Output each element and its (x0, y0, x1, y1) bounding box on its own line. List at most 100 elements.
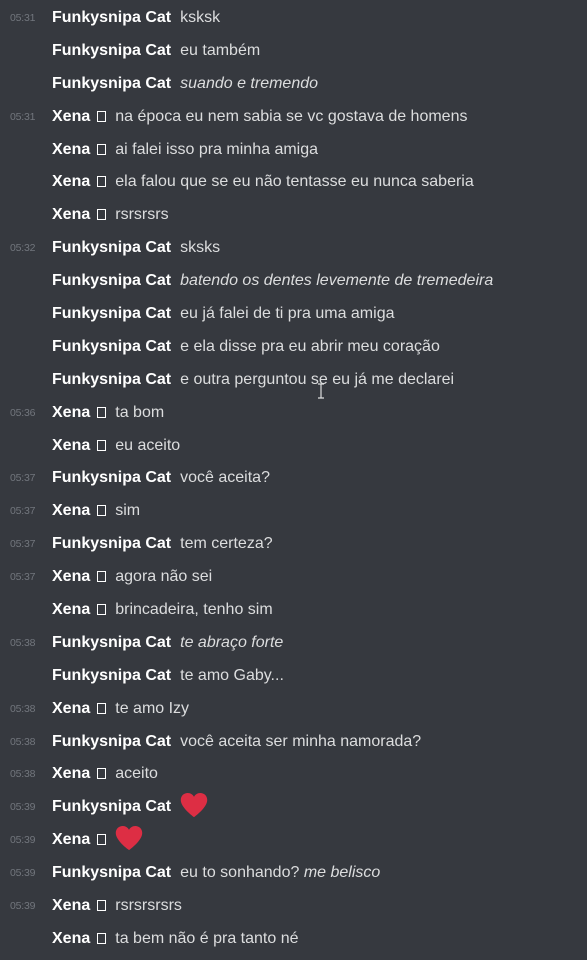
chat-message[interactable]: 05:31 Funkysnipa Cat ksksk (0, 2, 587, 35)
chat-message[interactable]: 05:37 Xena agora não sei (0, 561, 587, 594)
message-line: Funkysnipa Cat eu to sonhando? me belisco (52, 857, 380, 890)
message-author[interactable]: Funkysnipa Cat (52, 535, 171, 552)
message-author[interactable]: Xena (52, 437, 107, 454)
message-line: Funkysnipa Cat batendo os dentes levement… (52, 265, 493, 298)
author-name: Xena (52, 765, 91, 783)
chat-message[interactable]: Xena rsrsrsrs (0, 199, 587, 232)
message-author[interactable]: Funkysnipa Cat (52, 667, 171, 684)
chat-message[interactable]: 05:37 Funkysnipa Cat você aceita? (0, 462, 587, 495)
message-author[interactable]: Funkysnipa Cat (52, 864, 171, 881)
missing-glyph-icon (97, 768, 107, 780)
message-author[interactable]: Xena (52, 404, 107, 421)
chat-message[interactable]: 05:37 Funkysnipa Cat tem certeza? (0, 528, 587, 561)
message-author[interactable]: Xena (52, 568, 107, 585)
message-author[interactable]: Funkysnipa Cat (52, 272, 171, 289)
author-name: Xena (52, 173, 91, 191)
message-author[interactable]: Xena (52, 897, 107, 914)
message-text-plain: te amo Izy (115, 699, 190, 717)
message-author[interactable]: Funkysnipa Cat (52, 469, 171, 486)
message-author[interactable]: Xena (52, 108, 107, 125)
chat-message[interactable]: 05:38 Xena te amo Izy (0, 693, 587, 726)
message-text: você aceita? (180, 469, 270, 486)
chat-message[interactable]: 05:38 Funkysnipa Cat você aceita ser minha… (0, 726, 587, 759)
author-name: Funkysnipa Cat (52, 41, 172, 59)
message-text: e outra perguntou se eu já me declarei (180, 371, 454, 388)
message-text: suando e tremendo (180, 75, 318, 92)
chat-message[interactable]: Xena ela falou que se eu não tentasse eu … (0, 166, 587, 199)
chat-message[interactable]: Xena eu aceito (0, 430, 587, 463)
message-author[interactable]: Xena (52, 141, 107, 158)
author-name: Xena (52, 502, 91, 520)
chat-message[interactable]: 05:39 Xena (0, 824, 587, 857)
message-text-plain: aceito (115, 765, 158, 783)
chat-message[interactable]: 05:38 Xena aceito (0, 758, 587, 791)
message-text: ta bem não é pra tanto né (115, 930, 298, 947)
chat-message[interactable]: Funkysnipa Cat batendo os dentes levement… (0, 265, 587, 298)
chat-message[interactable]: Funkysnipa Cat e outra perguntou se eu já… (0, 364, 587, 397)
message-author[interactable]: Xena (52, 601, 107, 618)
message-author[interactable]: Funkysnipa Cat (52, 798, 171, 815)
author-name: Xena (52, 206, 91, 224)
message-line: Xena te amo Izy (52, 693, 189, 726)
chat-message[interactable]: 05:37 Xena sim (0, 495, 587, 528)
chat-message[interactable]: 05:39 Funkysnipa Cat (0, 791, 587, 824)
message-line: Funkysnipa Cat ksksk (52, 2, 220, 35)
chat-message[interactable]: Funkysnipa Cat suando e tremendo (0, 68, 587, 101)
message-author[interactable]: Xena (52, 930, 107, 947)
chat-message[interactable]: Xena brincadeira, tenho sim (0, 594, 587, 627)
chat-message[interactable]: Funkysnipa Cat e ela disse pra eu abrir m… (0, 331, 587, 364)
message-text-plain: eu já falei de ti pra uma amiga (180, 305, 395, 323)
author-name: Xena (52, 699, 91, 717)
message-author[interactable]: Xena (52, 173, 107, 191)
missing-glyph-icon (97, 900, 107, 912)
author-name: Funkysnipa Cat (52, 239, 172, 257)
message-author[interactable]: Xena (52, 699, 107, 717)
author-name: Funkysnipa Cat (52, 535, 172, 553)
message-author[interactable]: Funkysnipa Cat (52, 733, 171, 750)
chat-message[interactable]: 05:38 Funkysnipa Cat te abraço forte (0, 627, 587, 660)
message-author[interactable]: Funkysnipa Cat (52, 371, 171, 388)
message-timestamp: 05:37 (10, 571, 36, 584)
message-text-plain: ta bom (115, 403, 165, 421)
message-text: batendo os dentes levemente de tremedeir… (180, 272, 493, 289)
message-author[interactable]: Xena (52, 831, 107, 848)
message-author[interactable]: Xena (52, 765, 107, 783)
message-timestamp: 05:39 (10, 834, 36, 847)
chat-message[interactable]: 05:39 Xena rsrsrsrsrs (0, 890, 587, 923)
message-text: te abraço forte (180, 634, 283, 651)
message-line: Funkysnipa Cat (52, 791, 208, 824)
message-timestamp: 05:38 (10, 702, 36, 715)
message-author[interactable]: Funkysnipa Cat (52, 305, 171, 322)
message-text: eu to sonhando? me belisco (180, 864, 380, 881)
chat-message[interactable]: 05:32 Funkysnipa Cat sksks (0, 232, 587, 265)
message-author[interactable]: Funkysnipa Cat (52, 338, 171, 355)
message-line: Funkysnipa Cat e outra perguntou se eu já… (52, 364, 454, 397)
message-text: te amo Izy (115, 700, 189, 717)
chat-message[interactable]: Xena ai falei isso pra minha amiga (0, 134, 587, 167)
chat-message[interactable]: Funkysnipa Cat eu também (0, 35, 587, 68)
message-author[interactable]: Funkysnipa Cat (52, 634, 171, 651)
message-text-plain: na época eu nem sabia se vc gostava de h… (115, 107, 468, 125)
message-author[interactable]: Funkysnipa Cat (52, 75, 171, 92)
chat-message[interactable]: 05:31 Xena na época eu nem sabia se vc gos… (0, 101, 587, 134)
message-timestamp: 05:36 (10, 406, 36, 419)
chat-message[interactable]: 05:39 Funkysnipa Cat eu to sonhando? me be… (0, 857, 587, 890)
message-author[interactable]: Funkysnipa Cat (52, 9, 171, 26)
message-text: agora não sei (115, 568, 212, 585)
author-name: Funkysnipa Cat (52, 469, 172, 487)
message-author[interactable]: Xena (52, 206, 107, 224)
message-text: eu também (180, 42, 260, 59)
message-author[interactable]: Funkysnipa Cat (52, 42, 171, 59)
chat-message[interactable]: 05:36 Xena ta bom (0, 397, 587, 430)
message-author[interactable]: Xena (52, 502, 107, 520)
message-text-plain: eu também (180, 41, 261, 59)
missing-glyph-icon (97, 604, 107, 616)
chat-message[interactable]: Funkysnipa Cat eu já falei de ti pra uma … (0, 298, 587, 331)
author-name: Funkysnipa Cat (52, 272, 172, 290)
message-timestamp: 05:38 (10, 735, 36, 748)
chat-message[interactable]: Funkysnipa Cat te amo Gaby... (0, 660, 587, 693)
message-timestamp: 05:32 (10, 242, 36, 255)
message-text: ksksk (180, 9, 220, 26)
chat-message[interactable]: Xena ta bem não é pra tanto né (0, 923, 587, 956)
message-author[interactable]: Funkysnipa Cat (52, 239, 171, 256)
